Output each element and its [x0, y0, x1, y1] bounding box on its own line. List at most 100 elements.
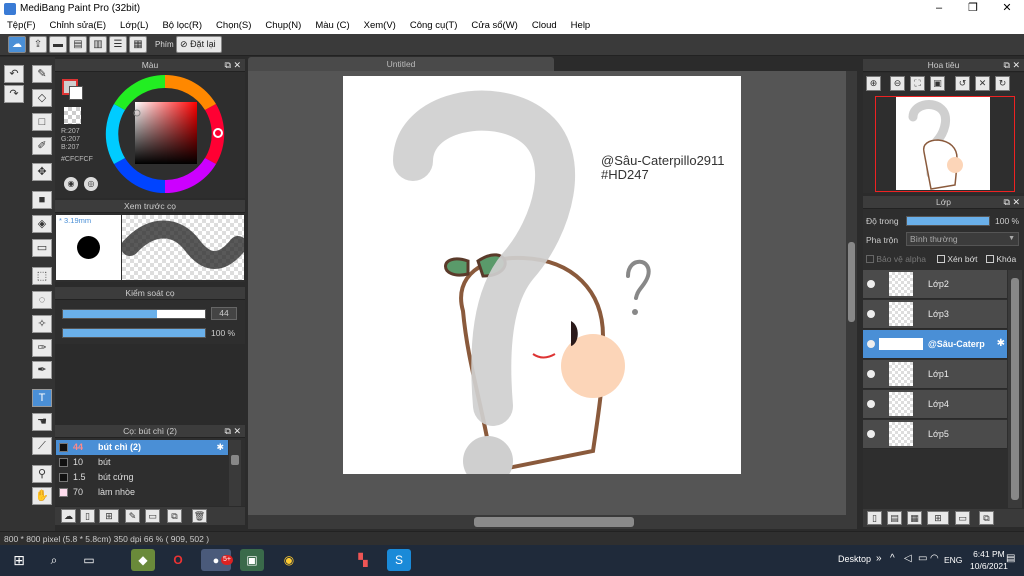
share-icon[interactable]: ⇪: [29, 36, 47, 53]
brush-checkbox[interactable]: [59, 488, 68, 497]
pen-tool-icon[interactable]: ✐: [32, 137, 52, 155]
visibility-icon[interactable]: [867, 280, 875, 288]
clock[interactable]: 6:41 PM 10/6/2021: [970, 548, 1008, 572]
menu-select[interactable]: Chọn(S): [209, 20, 258, 31]
navigator-viewport[interactable]: [875, 96, 1015, 192]
new-brush-icon[interactable]: ▯: [80, 509, 95, 523]
menu-window[interactable]: Cửa sổ(W): [464, 20, 524, 31]
brush-settings-icon[interactable]: ✱: [216, 440, 224, 455]
fill-tool-icon[interactable]: ◈: [32, 215, 52, 233]
operation-tool-icon[interactable]: ☚: [32, 413, 52, 431]
menu-cloud[interactable]: Cloud: [525, 20, 564, 31]
shape-tool-icon[interactable]: ■: [32, 191, 52, 209]
vertical-scroll-thumb[interactable]: [848, 242, 855, 322]
layer-settings-icon[interactable]: ✱: [997, 338, 1005, 349]
maximize-button[interactable]: ❐: [956, 0, 990, 17]
lasso-tool-icon[interactable]: ◌: [32, 291, 52, 309]
task-view-icon[interactable]: ▭: [77, 549, 101, 571]
redo-icon[interactable]: ↷: [4, 85, 24, 103]
layer-folder-icon[interactable]: ▭: [955, 511, 970, 525]
clipping-option[interactable]: Xén bớt: [937, 254, 978, 264]
menu-view[interactable]: Xem(V): [357, 20, 403, 31]
layer-item[interactable]: Lớp2: [863, 270, 1007, 299]
skype-icon[interactable]: S: [387, 549, 411, 571]
select-pen-icon[interactable]: ✑: [32, 339, 52, 357]
medibang-icon[interactable]: ▣: [240, 549, 264, 571]
layer-opacity-slider[interactable]: [906, 216, 990, 226]
brush-list-scrollbar[interactable]: [229, 440, 241, 506]
panel-close-icon[interactable]: ⧉ ✕: [1004, 59, 1020, 72]
desktop-label[interactable]: Desktop: [838, 554, 871, 564]
rotate-right-icon[interactable]: ↻: [995, 76, 1010, 91]
horizontal-scroll-thumb[interactable]: [474, 517, 634, 527]
menu-layer[interactable]: Lớp(L): [113, 20, 155, 31]
text-tool-icon[interactable]: T: [32, 389, 52, 407]
clipping-checkbox[interactable]: [937, 255, 945, 263]
background-color-swatch[interactable]: [69, 86, 83, 100]
fit-icon[interactable]: ⛶: [910, 76, 925, 91]
hand-tool-icon[interactable]: ✋: [32, 487, 52, 505]
brush-checkbox[interactable]: [59, 443, 68, 452]
notifications-icon[interactable]: ▤: [1006, 553, 1015, 564]
close-button[interactable]: ✕: [990, 0, 1024, 17]
add-brush-icon[interactable]: ⊞: [99, 509, 119, 523]
brush-checkbox[interactable]: [59, 473, 68, 482]
chrome-icon[interactable]: ◉: [277, 549, 301, 571]
edit-brush-icon[interactable]: ✎: [125, 509, 140, 523]
battery-icon[interactable]: ▭: [918, 553, 927, 564]
trash-icon[interactable]: 🗑: [192, 509, 207, 523]
brush-checkbox[interactable]: [59, 458, 68, 467]
windows-start-icon[interactable]: ⊞: [7, 549, 31, 571]
reset-view-icon[interactable]: ✕: [975, 76, 990, 91]
panel-close-icon[interactable]: ⧉ ✕: [225, 425, 241, 438]
layer-item[interactable]: Lớp1: [863, 360, 1007, 389]
menu-tools[interactable]: Công cụ(T): [403, 20, 465, 31]
select-eraser-icon[interactable]: ✒: [32, 361, 52, 379]
rotate-left-icon[interactable]: ↺: [955, 76, 970, 91]
brush-size-value[interactable]: 44: [211, 307, 237, 320]
visibility-icon[interactable]: [867, 430, 875, 438]
brush-item[interactable]: 10 bút: [56, 455, 228, 470]
cloud-brush-icon[interactable]: ☁: [61, 509, 76, 523]
move-tool-icon[interactable]: ✥: [32, 163, 52, 181]
folder-icon[interactable]: ▭: [145, 509, 160, 523]
transparent-swatch[interactable]: [64, 107, 81, 124]
grid-icon[interactable]: ▦: [129, 36, 147, 53]
panel-close-icon[interactable]: ⧉ ✕: [1004, 196, 1020, 209]
menu-help[interactable]: Help: [564, 20, 598, 31]
menu-filter[interactable]: Bộ lọc(R): [155, 20, 209, 31]
comment-icon[interactable]: ▤: [69, 36, 87, 53]
menu-file[interactable]: Tệp(F): [0, 20, 43, 31]
palette-icon[interactable]: ◉: [64, 177, 78, 191]
canvas-tab[interactable]: Untitled: [248, 57, 554, 71]
chevron-up-icon[interactable]: ^: [890, 553, 895, 564]
new-8bit-layer-icon[interactable]: ▦: [907, 511, 922, 525]
eyedropper-tool-icon[interactable]: ⟋: [32, 437, 52, 455]
brush-size-slider[interactable]: [62, 309, 206, 319]
brush-item[interactable]: 44 bút chì (2) ✱: [56, 440, 228, 455]
app-game-icon[interactable]: ◆: [131, 549, 155, 571]
visibility-icon[interactable]: [867, 400, 875, 408]
gradient-tool-icon[interactable]: ▭: [32, 239, 52, 257]
add-layer-menu-icon[interactable]: ⊞: [927, 511, 949, 525]
artboard[interactable]: @Sâu-Caterpillo2911 #HD247: [343, 76, 741, 474]
lock-option[interactable]: Khóa: [986, 254, 1016, 264]
zoom-in-icon[interactable]: ⊕: [866, 76, 881, 91]
new-halftone-layer-icon[interactable]: ▤: [887, 511, 902, 525]
list-icon[interactable]: ☰: [109, 36, 127, 53]
brush-item[interactable]: 70 làm nhòe: [56, 485, 228, 500]
layer-item[interactable]: Lớp5: [863, 420, 1007, 449]
undo-icon[interactable]: ↶: [4, 65, 24, 83]
eraser-tool-icon[interactable]: ◇: [32, 89, 52, 107]
visibility-icon[interactable]: [867, 370, 875, 378]
new-layer-icon[interactable]: ▯: [867, 511, 882, 525]
cloud-icon[interactable]: ☁: [8, 36, 26, 53]
minimize-button[interactable]: –: [922, 0, 956, 17]
menu-color[interactable]: Màu (C): [308, 20, 356, 31]
opera-icon[interactable]: O: [166, 549, 190, 571]
visibility-icon[interactable]: [867, 340, 875, 348]
brush-opacity-slider[interactable]: [62, 328, 206, 338]
brush-tool-icon[interactable]: ✎: [32, 65, 52, 83]
protect-alpha-option[interactable]: Bảo vệ alpha: [866, 254, 926, 264]
zoom-out-icon[interactable]: ⊖: [890, 76, 905, 91]
